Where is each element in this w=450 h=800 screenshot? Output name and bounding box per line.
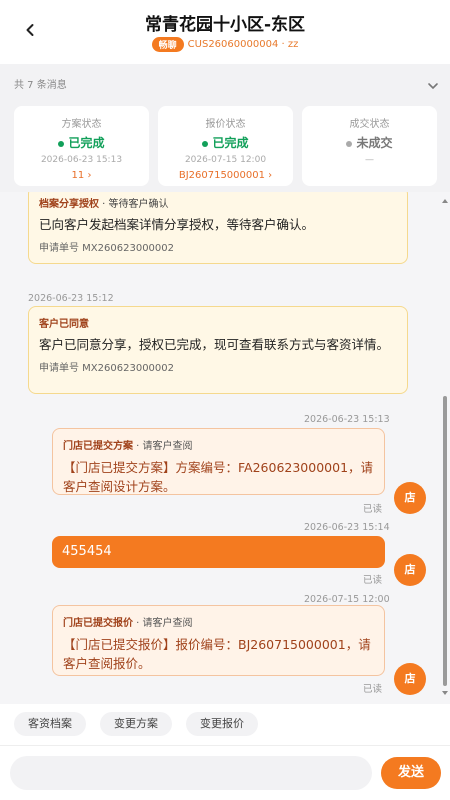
status-card-quote: 报价状态 已完成 2026-07-15 12:00 BJ260715000001… [158,106,293,186]
notice-title: 客户已同意 [39,319,89,330]
quick-actions: 客资档案 变更方案 变更报价 [0,704,450,746]
card-label: 成交状态 [349,119,390,130]
read-receipt: 已读 [363,504,383,515]
notice-note: · 等待客户确认 [99,199,169,210]
chat-list[interactable]: 档案分享授权 · 等待客户确认 已向客户发起档案详情分享授权，等待客户确认。 申… [0,192,450,704]
status-card-plan: 方案状态 已完成 2026-06-23 15:13 11 › [14,106,149,186]
card-date: 2026-06-23 15:13 [40,155,123,165]
message-body: 【门店已提交方案】方案编号：FA260623000001，请客户查阅设计方案。 [63,460,374,494]
header: 常青花园十小区-东区 畅聊 CUS26060000004 · zz [0,0,450,64]
scrollbar-thumb[interactable] [443,396,447,686]
page-title: 常青花园十小区-东区 [144,15,306,35]
notice-body: 客户已同意分享，授权已完成，现可查看联系方式与客资详情。 [39,337,390,352]
status-cards: 方案状态 已完成 2026-06-23 15:13 11 › 报价状态 已完成 … [14,106,437,186]
card-date: 2026-07-15 12:00 [184,155,267,165]
composer: 发送 [0,746,450,800]
message-note: · 请客户查阅 [133,441,193,452]
status-dot-icon [58,140,65,147]
status-dot-icon [202,140,209,147]
chat-tag-badge: 畅聊 [151,37,184,52]
notice-title: 档案分享授权 [39,199,99,210]
customer-info: 畅聊 CUS26060000004 · zz [0,37,450,52]
store-avatar: 店 [394,482,426,514]
card-label: 报价状态 [205,119,246,130]
message-quote-submitted: 门店已提交报价 · 请客户查阅 【门店已提交报价】报价编号：BJ26071500… [52,605,385,676]
scroll-down-arrow-icon[interactable] [442,690,448,696]
scroll-up-arrow-icon[interactable] [442,198,448,204]
store-avatar: 店 [394,663,426,695]
message-time: 2026-07-15 12:00 [304,594,390,605]
message-count: 共 7 条消息 [14,80,67,91]
card-status-text: 已完成 [212,136,249,150]
customer-id: CUS26060000004 · zz [187,39,299,50]
notice-share-request: 档案分享授权 · 等待客户确认 已向客户发起档案详情分享授权，等待客户确认。 申… [28,192,408,264]
plan-link[interactable]: 11 › [14,170,149,181]
change-plan-button[interactable]: 变更方案 [100,712,172,736]
customer-file-button[interactable]: 客资档案 [14,712,86,736]
send-button[interactable]: 发送 [381,757,441,789]
notice-body: 已向客户发起档案详情分享授权，等待客户确认。 [39,217,315,232]
message-time: 2026-06-23 15:12 [28,293,114,304]
message-time: 2026-06-23 15:14 [304,522,390,533]
message-note: · 请客户查阅 [133,618,193,629]
chat-scrollbar[interactable] [443,206,447,688]
read-receipt: 已读 [363,684,383,695]
message-bubble: 455454 [52,536,385,568]
message-body: 【门店已提交报价】报价编号：BJ260715000001，请客户查阅报价。 [63,637,371,671]
message-title: 门店已提交报价 [63,618,133,629]
status-dot-icon [346,140,353,147]
notice-order-no: 申请单号 MX260623000002 [39,243,175,254]
message-time: 2026-06-23 15:13 [304,414,390,425]
change-quote-button[interactable]: 变更报价 [186,712,258,736]
message-header: 门店已提交方案 · 请客户查阅 [63,437,374,452]
card-status: 已完成 [158,134,293,151]
chevron-down-icon[interactable] [427,82,439,90]
notice-header: 档案分享授权 · 等待客户确认 [39,195,397,210]
notice-customer-agreed: 客户已同意 客户已同意分享，授权已完成，现可查看联系方式与客资详情。 申请单号 … [28,306,408,394]
card-date: — [365,155,374,165]
store-avatar: 店 [394,554,426,586]
read-receipt: 已读 [363,575,383,586]
card-label: 方案状态 [61,119,102,130]
card-status-text: 已完成 [68,136,105,150]
summary-panel: 共 7 条消息 方案状态 已完成 2026-06-23 15:13 11 › 报… [0,64,450,192]
card-status-text: 未成交 [356,136,393,150]
message-title: 门店已提交方案 [63,441,133,452]
notice-header: 客户已同意 [39,315,397,330]
card-status: 未成交 [302,134,437,151]
status-card-deal: 成交状态 未成交 — [302,106,437,186]
message-plan-submitted: 门店已提交方案 · 请客户查阅 【门店已提交方案】方案编号：FA26062300… [52,428,385,495]
notice-order-no: 申请单号 MX260623000002 [39,363,175,374]
card-status: 已完成 [14,134,149,151]
message-header: 门店已提交报价 · 请客户查阅 [63,614,374,629]
quote-link[interactable]: BJ260715000001 › [158,170,293,181]
message-input[interactable] [10,756,372,790]
